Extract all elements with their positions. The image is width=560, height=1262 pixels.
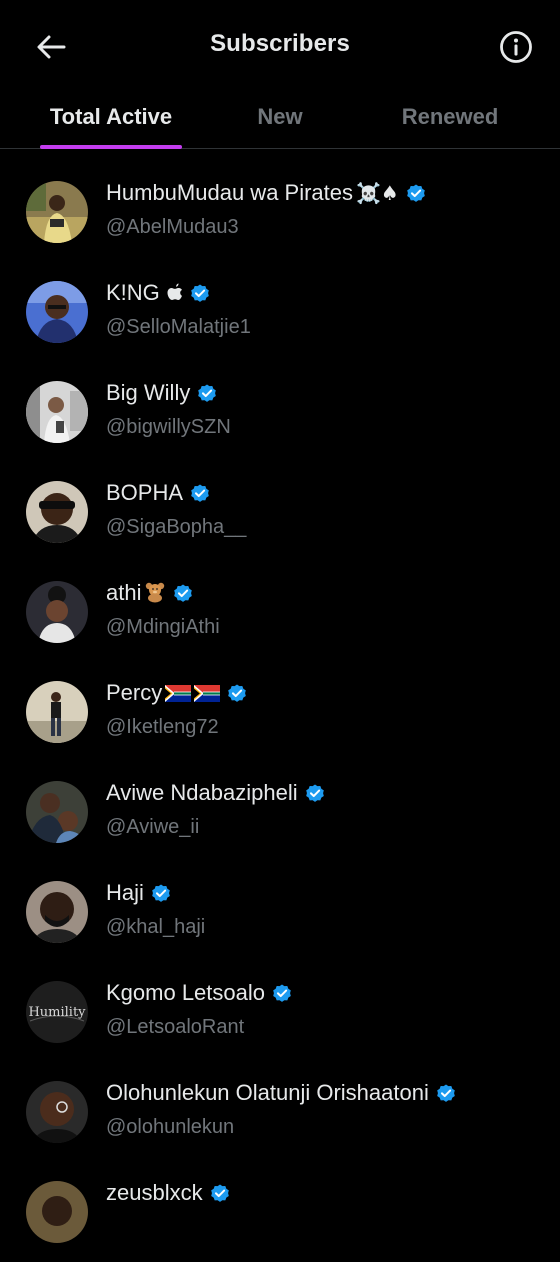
subscriber-row[interactable]: BOPHA @SigaBopha__: [0, 462, 560, 562]
avatar[interactable]: [26, 381, 88, 443]
verified-badge-icon: [209, 1182, 231, 1204]
display-name: HumbuMudau wa Pirates: [106, 180, 354, 205]
display-name: Kgomo Letsoalo: [106, 980, 265, 1005]
verified-badge-icon: [271, 982, 293, 1004]
avatar[interactable]: [26, 581, 88, 643]
tab-renewed[interactable]: Renewed: [386, 92, 514, 148]
display-name: Olohunlekun Olatunji Orishaatoni: [106, 1080, 429, 1105]
teddy-bear-icon: [144, 581, 166, 605]
display-name: athi: [106, 580, 142, 605]
name-line: Percy: [106, 680, 248, 706]
verified-badge-icon: [405, 182, 427, 204]
top-bar: Subscribers: [0, 0, 560, 92]
page-title: Subscribers: [210, 30, 350, 57]
verified-badge-icon: [172, 582, 194, 604]
avatar[interactable]: [26, 1081, 88, 1143]
south-africa-flag-icon: [194, 684, 221, 702]
handle: @LetsoaloRant: [106, 1016, 245, 1038]
verified-badge-icon: [189, 482, 211, 504]
verified-badge-icon: [435, 1082, 457, 1104]
name-line: Big Willy: [106, 380, 218, 406]
avatar[interactable]: [26, 881, 88, 943]
avatar[interactable]: [26, 781, 88, 843]
name-line: Olohunlekun Olatunji Orishaatoni: [106, 1080, 457, 1106]
display-name: BOPHA: [106, 480, 184, 505]
handle: @olohunlekun: [106, 1116, 235, 1138]
avatar[interactable]: [26, 681, 88, 743]
name-line: HumbuMudau wa Pirates ☠️♠: [106, 180, 427, 206]
avatar[interactable]: Humility: [26, 981, 88, 1043]
name-line: athi: [106, 580, 194, 606]
tab-bar: Total Active New Renewed: [0, 92, 560, 149]
display-name: K!NG: [106, 280, 160, 305]
subscriber-row[interactable]: Humility Kgomo Letsoalo @LetsoaloRant: [0, 962, 560, 1062]
info-button[interactable]: [498, 29, 534, 65]
avatar[interactable]: [26, 481, 88, 543]
name-line: Aviwe Ndabazipheli: [106, 780, 326, 806]
name-line: Kgomo Letsoalo: [106, 980, 293, 1006]
subscriber-row[interactable]: Haji @khal_haji: [0, 862, 560, 962]
tab-label: Total Active: [49, 104, 173, 129]
subscriber-row[interactable]: athi @MdingiAthi: [0, 562, 560, 662]
subscriber-row[interactable]: Big Willy @bigwillySZN: [0, 362, 560, 462]
tab-label: Renewed: [401, 104, 499, 129]
handle: @SelloMalatjie1: [106, 316, 251, 338]
subscriber-row[interactable]: Percy @Iketleng72: [0, 662, 560, 762]
handle: @Aviwe_ii: [106, 816, 200, 838]
subscriber-row[interactable]: zeusblxck: [0, 1162, 560, 1262]
verified-badge-icon: [189, 282, 211, 304]
name-line: BOPHA: [106, 480, 211, 506]
display-name: Aviwe Ndabazipheli: [106, 780, 298, 805]
name-emoji: ☠️♠: [356, 181, 399, 205]
subscriber-row[interactable]: Aviwe Ndabazipheli @Aviwe_ii: [0, 762, 560, 862]
subscriber-list: HumbuMudau wa Pirates ☠️♠ @AbelMudau3 K!…: [0, 162, 560, 1262]
tab-total-active[interactable]: Total Active: [40, 92, 182, 149]
apple-logo-icon: [163, 281, 183, 305]
subscriber-row[interactable]: HumbuMudau wa Pirates ☠️♠ @AbelMudau3: [0, 162, 560, 262]
tab-new[interactable]: New: [236, 92, 324, 148]
verified-badge-icon: [150, 882, 172, 904]
subscriber-row[interactable]: Olohunlekun Olatunji Orishaatoni @olohun…: [0, 1062, 560, 1162]
south-africa-flag-icon: [165, 684, 192, 702]
subscriber-row[interactable]: K!NG @SelloMalatjie1: [0, 262, 560, 362]
tab-label: New: [257, 104, 303, 129]
display-name: Haji: [106, 880, 144, 905]
handle: @SigaBopha__: [106, 516, 247, 538]
name-line: K!NG: [106, 280, 211, 306]
handle: @khal_haji: [106, 916, 206, 938]
avatar[interactable]: [26, 181, 88, 243]
info-icon: [500, 31, 532, 63]
display-name: zeusblxck: [106, 1180, 203, 1205]
display-name: Big Willy: [106, 380, 191, 405]
handle: @Iketleng72: [106, 716, 219, 738]
display-name: Percy: [106, 680, 163, 705]
avatar[interactable]: [26, 281, 88, 343]
verified-badge-icon: [226, 682, 248, 704]
avatar[interactable]: [26, 1181, 88, 1243]
handle: @bigwillySZN: [106, 416, 231, 438]
avatar-caption: Humility: [28, 1005, 86, 1020]
handle: @MdingiAthi: [106, 616, 220, 638]
verified-badge-icon: [304, 782, 326, 804]
name-line: Haji: [106, 880, 172, 906]
handle: @AbelMudau3: [106, 216, 239, 238]
active-tab-indicator: [40, 145, 182, 149]
verified-badge-icon: [196, 382, 218, 404]
name-line: zeusblxck: [106, 1180, 231, 1206]
